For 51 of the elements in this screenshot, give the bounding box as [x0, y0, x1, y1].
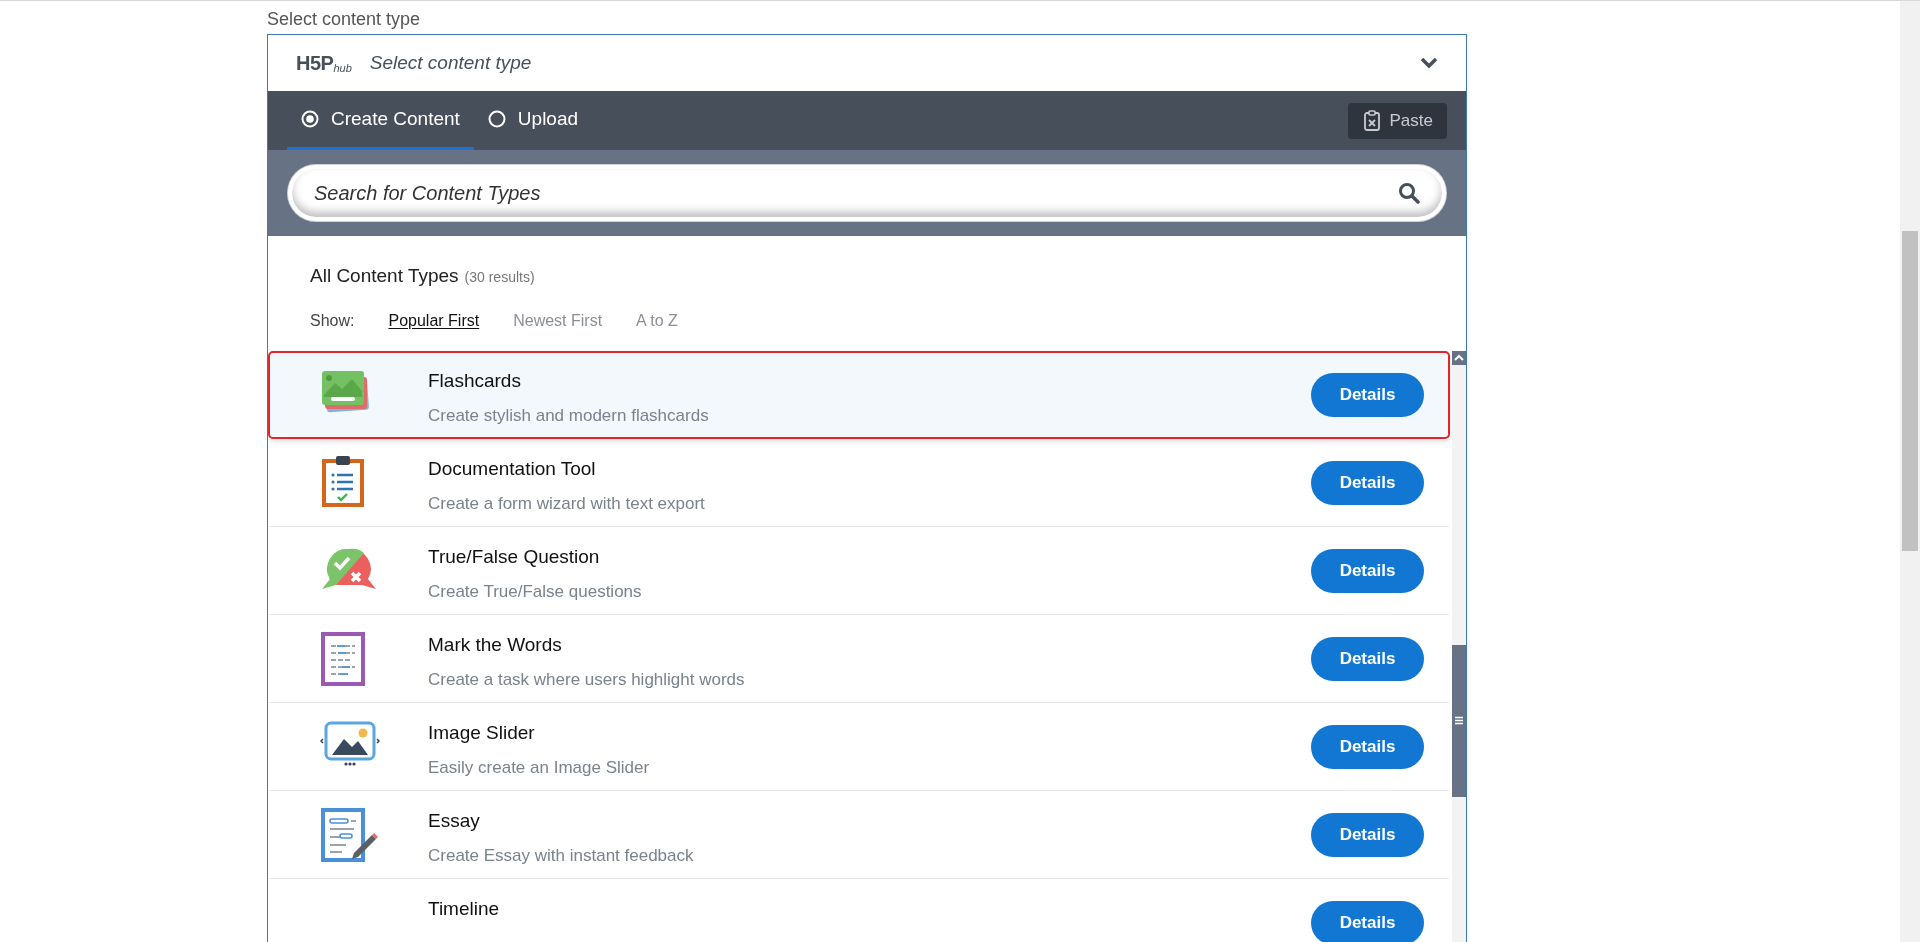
content-type-row[interactable]: Essay Create Essay with instant feedback Details	[268, 790, 1450, 879]
clipboard-icon	[320, 454, 366, 507]
details-button[interactable]: Details	[1311, 548, 1424, 593]
content-type-title: Flashcards	[428, 368, 521, 393]
content-type-row[interactable]: Flashcards Create stylish and modern flashcards Details	[268, 350, 1450, 439]
page-scrollbar[interactable]	[1900, 1, 1920, 942]
content-type-title: Mark the Words	[428, 632, 562, 657]
content-type-title: Documentation Tool	[428, 456, 596, 481]
content-type-title: Timeline	[428, 896, 500, 921]
field-label: Select content type	[267, 8, 422, 31]
scroll-up-icon[interactable]	[1452, 350, 1466, 365]
content-type-description: Easily create an Image Slider	[428, 757, 650, 779]
scrollbar-thumb[interactable]	[1902, 231, 1918, 551]
scrollbar-thumb[interactable]	[1452, 644, 1466, 797]
document-lines-icon	[320, 630, 366, 687]
content-type-description: Create stylish and modern flashcards	[428, 405, 709, 427]
result-count: (30 results)	[464, 268, 535, 287]
hub-header[interactable]: H5Phub Select content type	[268, 35, 1466, 91]
details-button[interactable]: Details	[1311, 812, 1424, 857]
content-type-row[interactable]: Documentation Tool Create a form wizard with text export Details	[268, 438, 1450, 527]
search-field[interactable]: Search for Content Types	[288, 165, 1446, 221]
content-type-description: Create a form wizard with text export	[428, 493, 705, 515]
content-type-title: Image Slider	[428, 720, 535, 745]
content-type-row[interactable]: Image Slider Easily create an Image Slider Details	[268, 702, 1450, 791]
radio-icon	[487, 110, 506, 128]
content-type-row[interactable]: Timeline Details	[268, 878, 1450, 942]
hub-logo: H5Phub	[296, 51, 352, 76]
search-icon[interactable]	[1398, 182, 1420, 204]
details-button[interactable]: Details	[1311, 636, 1424, 681]
sort-option[interactable]: Popular First	[388, 308, 480, 333]
content-type-description: Create True/False questions	[428, 581, 642, 603]
sort-label: Show:	[310, 310, 355, 331]
details-button[interactable]: Details	[1311, 900, 1424, 942]
list-scrollbar[interactable]	[1452, 350, 1466, 942]
details-button[interactable]: Details	[1311, 460, 1424, 505]
tab[interactable]: Upload	[473, 91, 593, 150]
details-button[interactable]: Details	[1311, 724, 1424, 769]
chevron-down-icon[interactable]	[1420, 57, 1438, 69]
content-type-title: Essay	[428, 808, 480, 833]
radio-icon	[301, 110, 319, 128]
content-type-row[interactable]: Mark the Words Create a task where users highlight words Details	[268, 614, 1450, 703]
details-button[interactable]: Details	[1311, 372, 1424, 417]
clipboard-icon	[1361, 109, 1382, 132]
content-type-row[interactable]: True/False Question Create True/False questions Details	[268, 526, 1450, 615]
paste-button[interactable]: Paste	[1347, 102, 1447, 139]
list-heading: All Content Types	[310, 264, 459, 288]
content-type-title: True/False Question	[428, 544, 600, 569]
document-pencil-icon	[320, 806, 380, 863]
content-type-description: Create Essay with instant feedback	[428, 845, 694, 867]
content-type-description: Create a task where users highlight words	[428, 669, 745, 691]
hub-title: Select content type	[369, 50, 532, 75]
